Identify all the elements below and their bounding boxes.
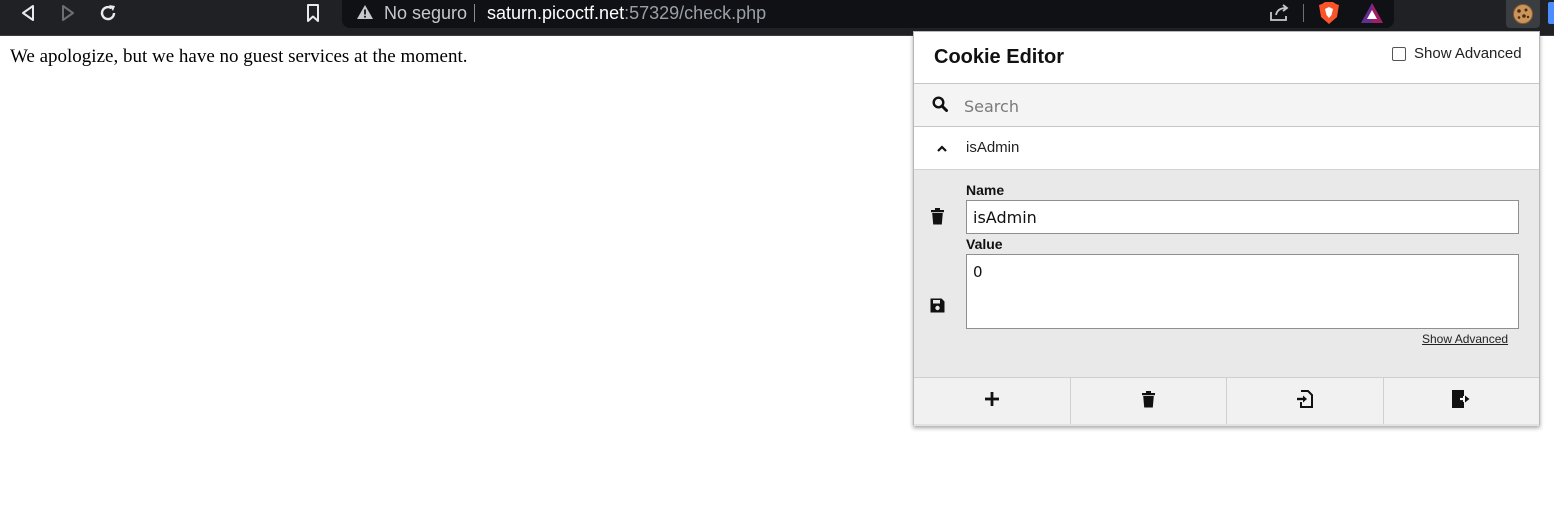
cookie-details: Name Value 0 Show Advanced [914,170,1539,377]
import-icon [1296,390,1314,413]
action-bar [914,377,1539,425]
show-advanced-toggle[interactable]: Show Advanced [1392,45,1522,62]
name-field-label: Name [966,182,1005,198]
add-cookie-button[interactable] [914,378,1071,425]
save-icon[interactable] [930,298,945,318]
show-advanced-label: Show Advanced [1414,45,1522,62]
bookmark-icon[interactable] [299,2,327,24]
brave-shields-icon[interactable] [1318,1,1340,29]
add-icon [984,391,1000,412]
show-advanced-link[interactable]: Show Advanced [1422,332,1508,346]
popup-title: Cookie Editor [934,46,1065,68]
brave-rewards-icon[interactable] [1360,2,1384,28]
warning-icon[interactable] [356,4,374,24]
cookie-editor-popup: Cookie Editor Show Advanced isAdmin Name… [913,31,1540,426]
cookie-editor-extension-icon[interactable] [1506,0,1540,28]
forward-icon[interactable] [54,2,82,24]
cookie-item-name: isAdmin [966,139,1020,156]
search-input[interactable] [958,92,1518,120]
share-icon[interactable] [1268,3,1290,27]
page-message: We apologize, but we have no guest servi… [10,46,468,67]
extension-edge [1548,2,1554,24]
export-button[interactable] [1384,378,1540,425]
url-host: saturn.picoctf.net [487,3,625,23]
search-icon [932,96,948,117]
reload-icon[interactable] [94,2,122,24]
url-path: :57329/check.php [624,3,767,23]
show-advanced-checkbox[interactable] [1392,46,1406,61]
import-button[interactable] [1227,378,1384,425]
back-icon[interactable] [14,2,42,24]
value-field-label: Value [966,236,1003,252]
search-bar [914,83,1539,127]
omnibox-divider [474,4,475,22]
chevron-up-icon[interactable] [936,141,948,159]
omnibox-divider-2 [1303,4,1304,22]
delete-all-button[interactable] [1071,378,1227,425]
export-icon [1452,390,1470,413]
trash-icon[interactable] [930,208,945,230]
popup-bottom-edge [914,424,1539,426]
address-bar[interactable]: No seguro saturn.picoctf.net:57329/check… [342,0,1394,28]
url-text[interactable]: saturn.picoctf.net:57329/check.php [487,2,766,24]
cookie-item-header[interactable]: isAdmin [914,127,1539,170]
delete-all-icon [1141,390,1156,413]
security-status-label[interactable]: No seguro [384,2,467,24]
cookie-name-field[interactable] [966,200,1519,234]
cookie-value-field[interactable]: 0 [966,254,1519,329]
